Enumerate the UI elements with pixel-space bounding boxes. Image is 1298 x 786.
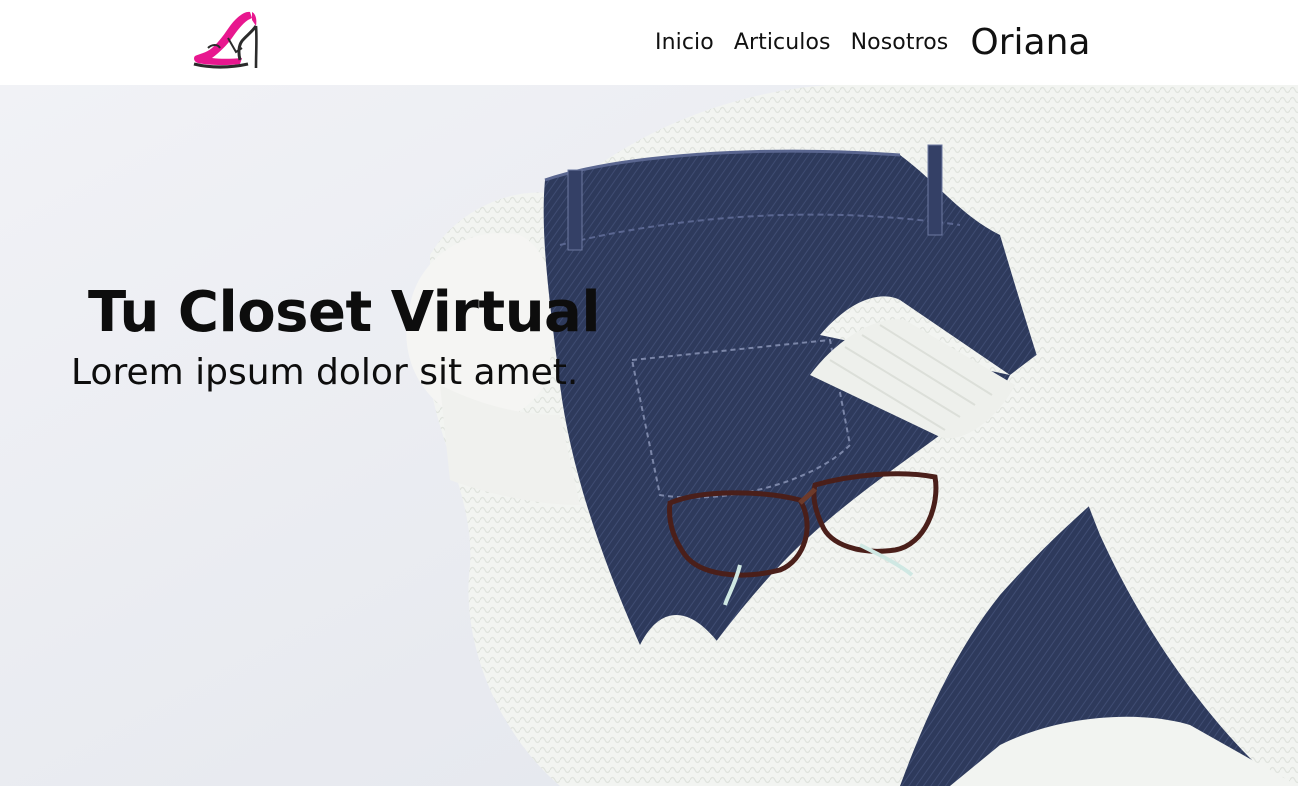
main-nav: Inicio Articulos Nosotros Oriana (655, 0, 1090, 85)
nav-link-nosotros[interactable]: Nosotros (851, 30, 949, 55)
user-name-link[interactable]: Oriana (970, 22, 1090, 63)
nav-link-inicio[interactable]: Inicio (655, 30, 714, 55)
nav-link-articulos[interactable]: Articulos (734, 30, 831, 55)
hero-section: Tu Closet Virtual Lorem ipsum dolor sit … (0, 85, 1298, 786)
high-heel-logo-icon[interactable] (190, 8, 266, 72)
hero-title: Tu Closet Virtual (88, 280, 601, 345)
hero-subtitle: Lorem ipsum dolor sit amet. (71, 352, 579, 393)
site-header: Inicio Articulos Nosotros Oriana (0, 0, 1298, 85)
hero-background-image (0, 85, 1298, 786)
